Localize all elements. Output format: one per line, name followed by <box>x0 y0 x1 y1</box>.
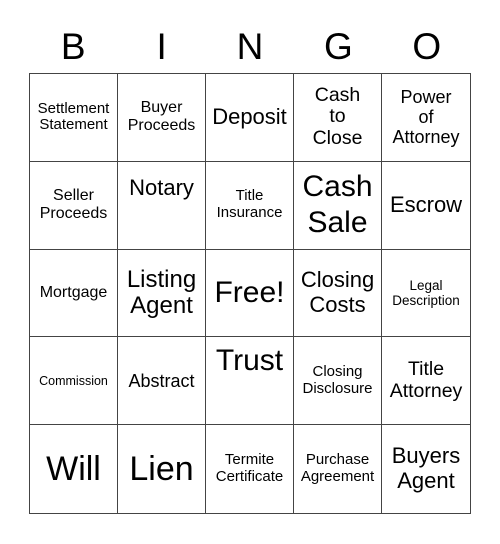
header-letter-o: O <box>412 26 442 67</box>
bingo-cell[interactable]: Title Attorney <box>382 337 470 426</box>
bingo-cell[interactable]: Seller Proceeds <box>30 161 118 250</box>
bingo-grid: Settlement Statement Buyer Proceeds Depo… <box>29 73 471 514</box>
bingo-cell[interactable]: Purchase Agreement <box>294 425 382 513</box>
bingo-cell[interactable]: Abstract <box>118 337 206 426</box>
header-letter-g: G <box>323 26 353 67</box>
bingo-cell[interactable]: Power of Attorney <box>382 74 470 162</box>
bingo-cell[interactable]: Closing Disclosure <box>294 337 382 426</box>
bingo-header: B I N G O <box>29 22 471 72</box>
bingo-cell[interactable]: Cash Sale <box>294 161 382 250</box>
bingo-cell[interactable]: Notary <box>118 161 206 250</box>
bingo-cell[interactable]: Escrow <box>382 162 470 250</box>
bingo-cell[interactable]: Cash to Close <box>294 74 382 162</box>
header-letter-i: I <box>156 26 167 67</box>
bingo-cell[interactable]: Settlement Statement <box>30 74 118 162</box>
bingo-cell[interactable]: Will <box>30 425 118 513</box>
header-letter-b: B <box>60 26 86 67</box>
bingo-cell free-space[interactable]: Free! <box>206 249 294 338</box>
bingo-cell[interactable]: Legal Description <box>382 250 470 338</box>
bingo-cell[interactable]: Mortgage <box>30 249 118 338</box>
bingo-cell[interactable]: Trust <box>206 337 294 426</box>
bingo-cell[interactable]: Title Insurance <box>206 161 294 250</box>
bingo-cell[interactable]: Listing Agent <box>118 249 206 338</box>
bingo-cell[interactable]: Closing Costs <box>294 249 382 338</box>
bingo-cell[interactable]: Termite Certificate <box>206 425 294 513</box>
header-letter-n: N <box>236 26 264 67</box>
bingo-cell[interactable]: Lien <box>118 425 206 513</box>
bingo-cell[interactable]: Buyers Agent <box>382 425 470 513</box>
bingo-cell[interactable]: Deposit <box>206 74 294 162</box>
bingo-cell[interactable]: Commission <box>30 337 118 426</box>
bingo-cell[interactable]: Buyer Proceeds <box>118 74 206 162</box>
